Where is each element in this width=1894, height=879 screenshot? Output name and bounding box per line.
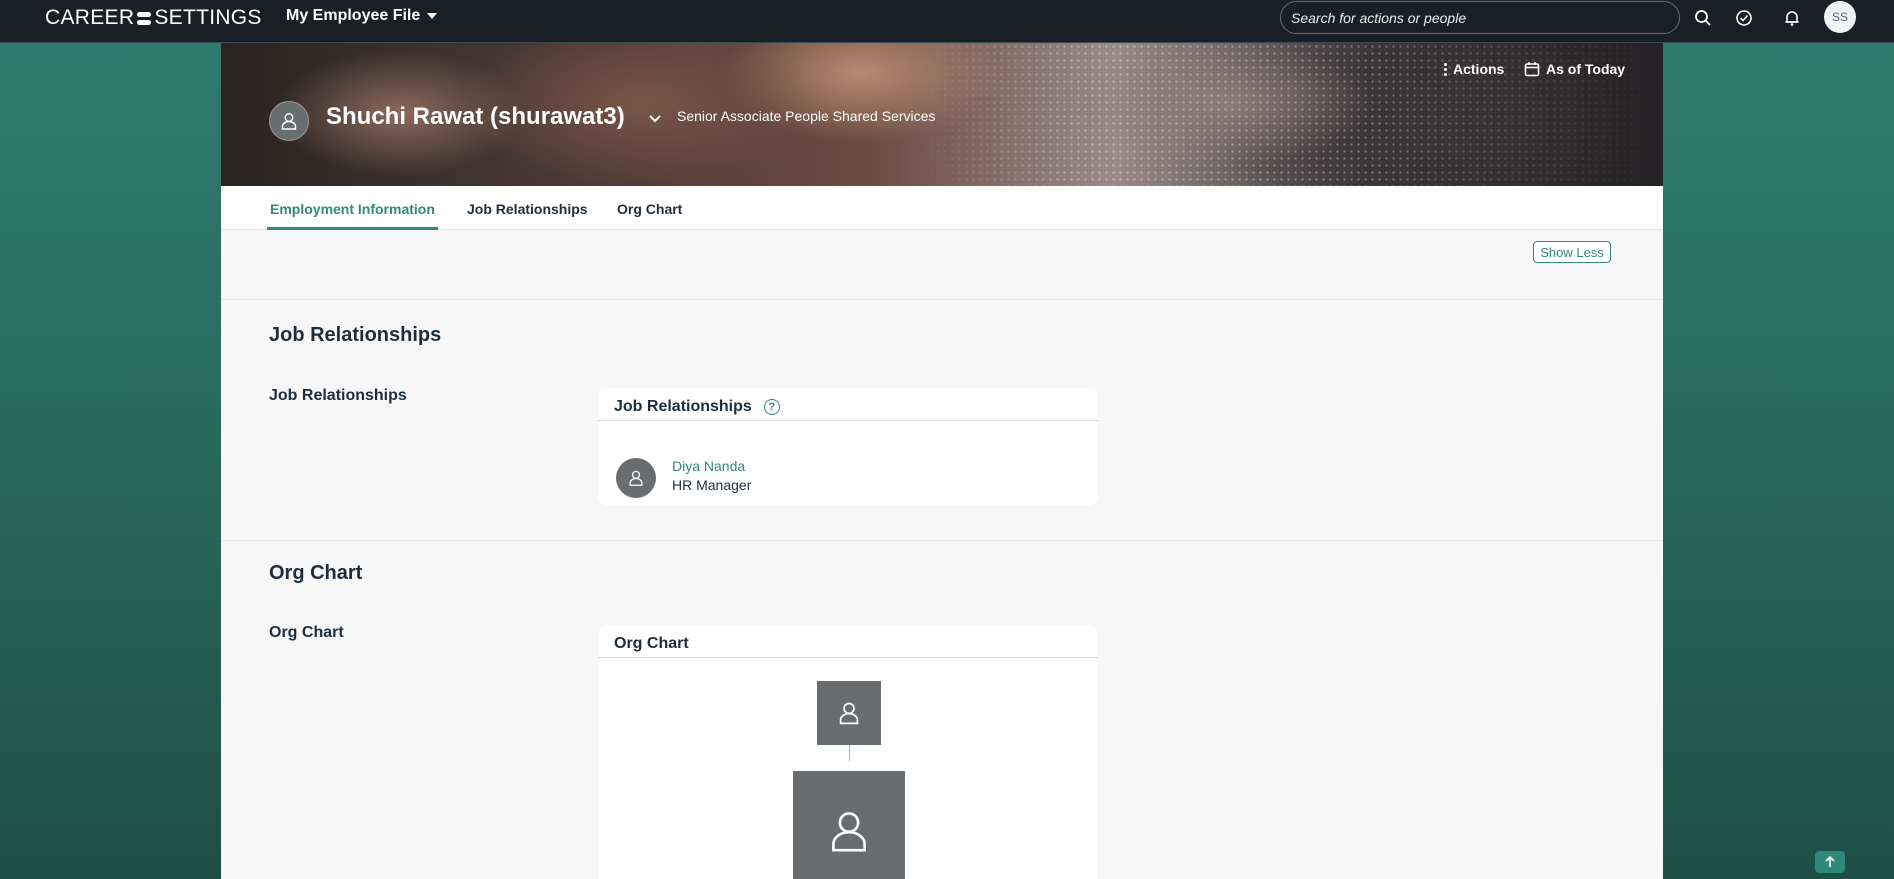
logo-text-right: SETTINGS <box>154 6 262 29</box>
active-tab-indicator <box>267 227 438 230</box>
card-title: Org Chart <box>614 635 689 652</box>
notification-bell-icon[interactable] <box>1780 6 1804 30</box>
caret-down-icon <box>427 13 438 19</box>
chevron-down-icon[interactable] <box>648 111 662 129</box>
approve-check-icon[interactable] <box>1732 6 1756 30</box>
employee-node[interactable] <box>793 771 905 879</box>
person-role: HR Manager <box>672 477 752 493</box>
help-icon[interactable]: ? <box>763 399 780 415</box>
card-header: Org Chart <box>598 625 1098 658</box>
as-of-today-button[interactable]: As of Today <box>1524 61 1625 77</box>
person-icon <box>281 113 297 130</box>
employee-job-title: Senior Associate People Shared Services <box>677 108 936 124</box>
top-navigation-bar: CAREER SETTINGS My Employee File SS <box>0 0 1894 43</box>
tab-employment-information[interactable]: Employment Information <box>270 201 435 217</box>
career-settings-logo[interactable]: CAREER SETTINGS <box>45 6 262 30</box>
more-vertical-icon <box>1444 62 1447 76</box>
as-of-label: As of Today <box>1546 61 1626 77</box>
logo-text-left: CAREER <box>45 6 135 29</box>
calendar-icon <box>1524 62 1540 77</box>
org-connector-line <box>849 745 850 761</box>
section-divider <box>221 299 1663 300</box>
job-relationships-card: Job Relationships ? Diya Nanda HR Manage… <box>598 388 1098 506</box>
scroll-to-top-button[interactable] <box>1815 851 1845 873</box>
manager-node[interactable] <box>817 681 881 745</box>
logo-glyph-icon <box>137 11 152 25</box>
job-relationships-section-title: Job Relationships <box>269 324 442 346</box>
profile-avatar[interactable] <box>269 101 309 141</box>
tab-org-chart[interactable]: Org Chart <box>617 201 682 217</box>
card-header: Job Relationships ? <box>598 388 1098 421</box>
org-chart-field-label: Org Chart <box>269 624 344 641</box>
arrow-up-icon <box>1825 855 1835 867</box>
employee-file-panel: Actions As of Today Shuchi Rawat (shuraw… <box>221 43 1663 879</box>
person-icon <box>839 702 859 725</box>
actions-label: Actions <box>1453 61 1505 77</box>
search-icon[interactable] <box>1691 6 1715 30</box>
employee-file-menu[interactable]: My Employee File <box>286 7 438 25</box>
org-chart-card: Org Chart <box>598 625 1098 879</box>
employee-name: Shuchi Rawat (shurawat3) <box>326 103 625 130</box>
section-tabs: Employment Information Job Relationships… <box>221 186 1663 230</box>
person-icon <box>629 470 643 486</box>
job-relationships-field-label: Job Relationships <box>269 387 407 404</box>
section-divider <box>221 540 1663 541</box>
actions-button[interactable]: Actions <box>1444 61 1504 77</box>
menu-title-label: My Employee File <box>286 7 421 24</box>
tab-job-relationships[interactable]: Job Relationships <box>467 201 588 217</box>
search-input[interactable] <box>1280 1 1680 34</box>
show-less-button[interactable]: Show Less <box>1533 241 1611 263</box>
person-name-link[interactable]: Diya Nanda <box>672 458 745 474</box>
user-avatar[interactable]: SS <box>1824 1 1856 33</box>
person-avatar[interactable] <box>616 458 656 498</box>
card-title: Job Relationships <box>614 398 752 415</box>
org-chart-section-title: Org Chart <box>269 562 363 584</box>
person-icon <box>832 812 866 852</box>
